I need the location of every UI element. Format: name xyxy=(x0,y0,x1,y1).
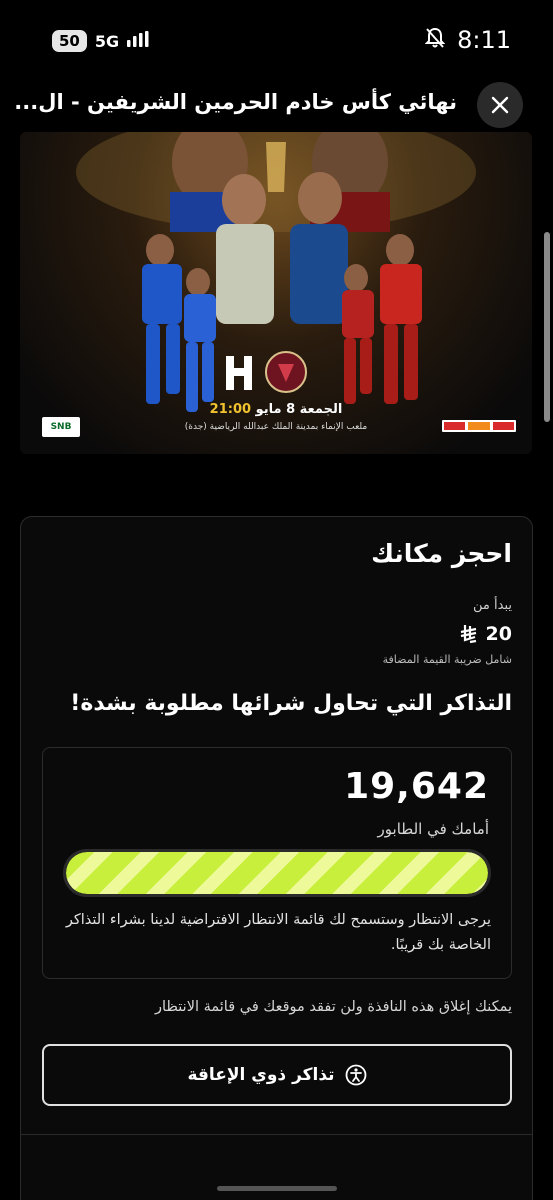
close-button[interactable] xyxy=(477,82,523,128)
status-left: 50 5G xyxy=(52,30,151,52)
network-type: 5G xyxy=(94,31,120,51)
price-value: 20 xyxy=(485,623,512,645)
queue-position: 19,642 xyxy=(344,766,489,807)
booking-card: احجز مكانك يبدأ من 20 شامل ضريبة القيمة … xyxy=(20,516,533,1200)
riyal-icon xyxy=(460,625,476,644)
queue-progress-bar xyxy=(63,849,491,897)
queue-progress-fill xyxy=(66,852,488,894)
page-title: نهائي كأس خادم الحرمين الشريفين - ال... xyxy=(14,90,457,114)
accessibility-icon xyxy=(345,1064,366,1086)
divider xyxy=(21,1134,532,1135)
clock: 8:11 xyxy=(457,26,511,54)
home-indicator[interactable] xyxy=(217,1186,337,1191)
sponsor-logos xyxy=(442,420,516,432)
mute-bell-icon xyxy=(424,27,446,53)
queue-status-box: 19,642 أمامك في الطابور يرجى الانتظار وس… xyxy=(42,747,512,979)
battery-indicator: 50 xyxy=(52,30,87,52)
event-banner: الجمعة 8 مايو 21:00 ملعب الإنماء بمدينة … xyxy=(20,132,532,454)
vat-note: شامل ضريبة القيمة المضافة xyxy=(382,653,512,666)
match-time: 21:00 xyxy=(209,402,252,417)
status-right: 8:11 xyxy=(424,26,511,54)
accessibility-tickets-button[interactable]: تذاكر ذوي الإعاقة xyxy=(42,1044,512,1106)
page-header: نهائي كأس خادم الحرمين الشريفين - ال... xyxy=(0,80,553,136)
al-hilal-crest xyxy=(226,356,252,390)
high-demand-heading: التذاكر التي تحاول شرائها مطلوبة بشدة! xyxy=(70,691,512,716)
close-icon xyxy=(491,96,509,114)
queue-position-label: أمامك في الطابور xyxy=(377,820,489,838)
close-window-note: يمكنك إغلاق هذه النافذة ولن تفقد موقعك ف… xyxy=(154,999,512,1015)
match-day: الجمعة 8 مايو xyxy=(255,402,343,417)
price-prefix: يبدأ من xyxy=(473,598,512,613)
signal-icon xyxy=(127,31,151,51)
al-kholood-crest xyxy=(265,351,307,393)
status-bar: 50 5G 8:11 xyxy=(0,0,553,80)
match-date: الجمعة 8 مايو 21:00 xyxy=(20,402,532,417)
price-row: 20 xyxy=(458,623,512,645)
accessibility-tickets-label: تذاكر ذوي الإعاقة xyxy=(187,1065,335,1085)
snb-logo: SNB xyxy=(42,417,80,437)
scrollbar[interactable] xyxy=(544,232,550,422)
booking-title: احجز مكانك xyxy=(371,539,512,568)
queue-description: يرجى الانتظار وستسمح لك قائمة الانتظار ا… xyxy=(65,912,491,953)
